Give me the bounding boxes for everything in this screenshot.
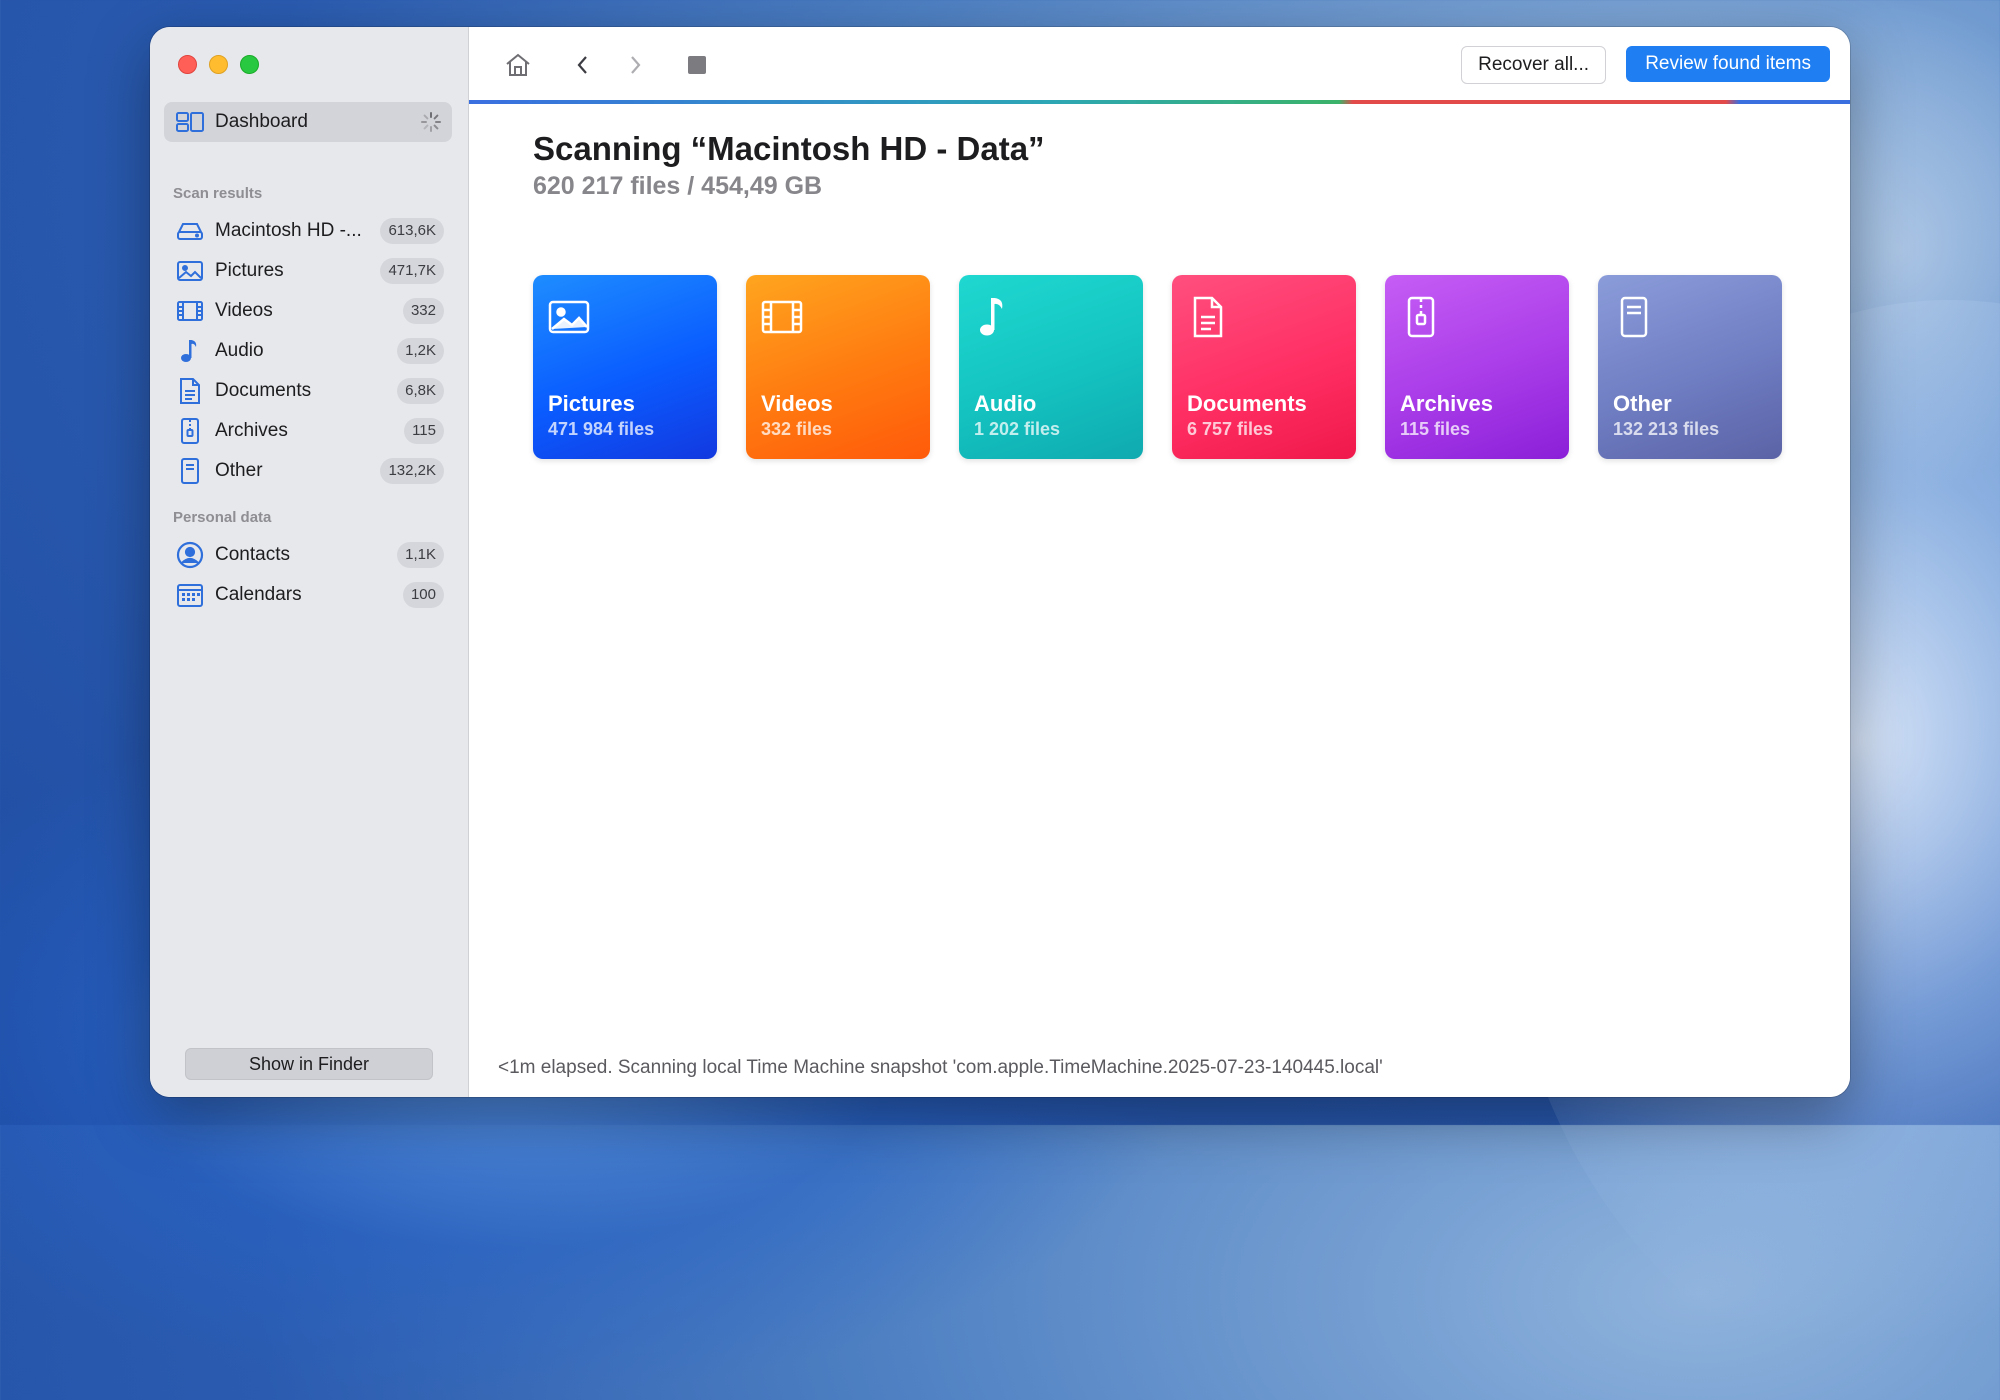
section-label-scan-results: Scan results: [173, 185, 263, 202]
forward-icon[interactable]: [619, 49, 651, 81]
card-count: 332 files: [761, 419, 833, 439]
sidebar-item-dashboard[interactable]: Dashboard: [164, 102, 452, 142]
category-card-pictures[interactable]: Pictures 471 984 files: [533, 275, 717, 459]
home-icon[interactable]: [502, 49, 534, 81]
category-card-videos[interactable]: Videos 332 files: [746, 275, 930, 459]
count-badge: 115: [404, 418, 444, 444]
app-window: Dashboard Scan results Macintosh HD -...…: [150, 27, 1850, 1097]
count-badge: 100: [402, 582, 444, 608]
stop-icon[interactable]: [681, 49, 713, 81]
hard-drive-icon: [176, 217, 204, 245]
count-badge: 6,8K: [397, 378, 444, 404]
picture-icon: [548, 300, 590, 334]
count-badge: 471,7K: [380, 258, 444, 284]
card-title: Documents: [1187, 391, 1307, 416]
picture-icon: [176, 257, 204, 285]
category-cards: Pictures 471 984 files Videos 332 files …: [533, 275, 1782, 459]
film-icon: [761, 300, 803, 334]
review-found-items-button[interactable]: Review found items: [1626, 46, 1830, 82]
toolbar: Recover all... Review found items: [469, 27, 1850, 104]
contact-icon: [176, 541, 204, 569]
scan-status-text: <1m elapsed. Scanning local Time Machine…: [498, 1057, 1383, 1078]
sidebar-item-label: Audio: [215, 340, 264, 361]
recover-all-button[interactable]: Recover all...: [1461, 46, 1606, 84]
sidebar-item-documents[interactable]: Documents 6,8K: [164, 373, 452, 409]
calendar-icon: [176, 581, 204, 609]
section-label-personal-data: Personal data: [173, 509, 272, 526]
sidebar-item-label: Documents: [215, 380, 312, 401]
loading-spinner-icon: [421, 112, 441, 132]
sidebar-item-other[interactable]: Other 132,2K: [164, 453, 452, 489]
dashboard-icon: [176, 108, 204, 136]
count-badge: 332: [402, 298, 444, 324]
sidebar-item-label: Pictures: [215, 260, 284, 281]
document-icon: [176, 377, 204, 405]
category-card-audio[interactable]: Audio 1 202 files: [959, 275, 1143, 459]
page-subtitle: 620 217 files / 454,49 GB: [533, 172, 823, 200]
count-badge: 1,1K: [397, 542, 444, 568]
window-controls: [178, 55, 259, 74]
card-count: 1 202 files: [974, 419, 1061, 439]
scan-progress-bar: [469, 100, 1850, 104]
sidebar-item-label: Contacts: [215, 544, 290, 565]
sidebar-item-videos[interactable]: Videos 332: [164, 293, 452, 329]
card-count: 115 files: [1400, 419, 1471, 439]
card-title: Archives: [1400, 391, 1493, 416]
count-badge: 613,6K: [380, 218, 444, 244]
sidebar-item-label: Macintosh HD -...: [215, 220, 362, 241]
document-icon: [1193, 296, 1223, 338]
category-card-archives[interactable]: Archives 115 files: [1385, 275, 1569, 459]
card-count: 471 984 files: [548, 419, 655, 439]
back-icon[interactable]: [567, 49, 599, 81]
zoom-window-button[interactable]: [240, 55, 259, 74]
sidebar-item-label: Other: [215, 460, 263, 481]
sidebar-item-label: Dashboard: [215, 111, 308, 132]
sidebar-item-audio[interactable]: Audio 1,2K: [164, 333, 452, 369]
show-in-finder-button[interactable]: Show in Finder: [185, 1048, 433, 1080]
sidebar-item-label: Archives: [215, 420, 288, 441]
card-title: Videos: [761, 391, 833, 416]
card-title: Audio: [974, 391, 1037, 416]
page-title: Scanning “Macintosh HD - Data”: [533, 130, 1045, 167]
other-file-icon: [1620, 296, 1648, 338]
sidebar-item-macintosh-hd[interactable]: Macintosh HD -... 613,6K: [164, 213, 452, 249]
sidebar: Dashboard Scan results Macintosh HD -...…: [150, 27, 469, 1097]
card-count: 132 213 files: [1613, 419, 1720, 439]
card-title: Pictures: [548, 391, 635, 416]
sidebar-item-label: Calendars: [215, 584, 302, 605]
sidebar-item-archives[interactable]: Archives 115: [164, 413, 452, 449]
count-badge: 1,2K: [397, 338, 444, 364]
sidebar-item-contacts[interactable]: Contacts 1,1K: [164, 537, 452, 573]
archive-icon: [176, 417, 204, 445]
film-icon: [176, 297, 204, 325]
card-title: Other: [1613, 391, 1672, 416]
music-note-icon: [980, 298, 1003, 336]
main-panel: Recover all... Review found items Scanni…: [469, 27, 1850, 1097]
other-file-icon: [176, 457, 204, 485]
card-count: 6 757 files: [1187, 419, 1274, 439]
category-card-other[interactable]: Other 132 213 files: [1598, 275, 1782, 459]
sidebar-item-label: Videos: [215, 300, 273, 321]
category-card-documents[interactable]: Documents 6 757 files: [1172, 275, 1356, 459]
sidebar-item-pictures[interactable]: Pictures 471,7K: [164, 253, 452, 289]
sidebar-item-calendars[interactable]: Calendars 100: [164, 577, 452, 613]
archive-icon: [1407, 296, 1435, 338]
close-window-button[interactable]: [178, 55, 197, 74]
count-badge: 132,2K: [380, 458, 444, 484]
music-note-icon: [176, 337, 204, 365]
minimize-window-button[interactable]: [209, 55, 228, 74]
